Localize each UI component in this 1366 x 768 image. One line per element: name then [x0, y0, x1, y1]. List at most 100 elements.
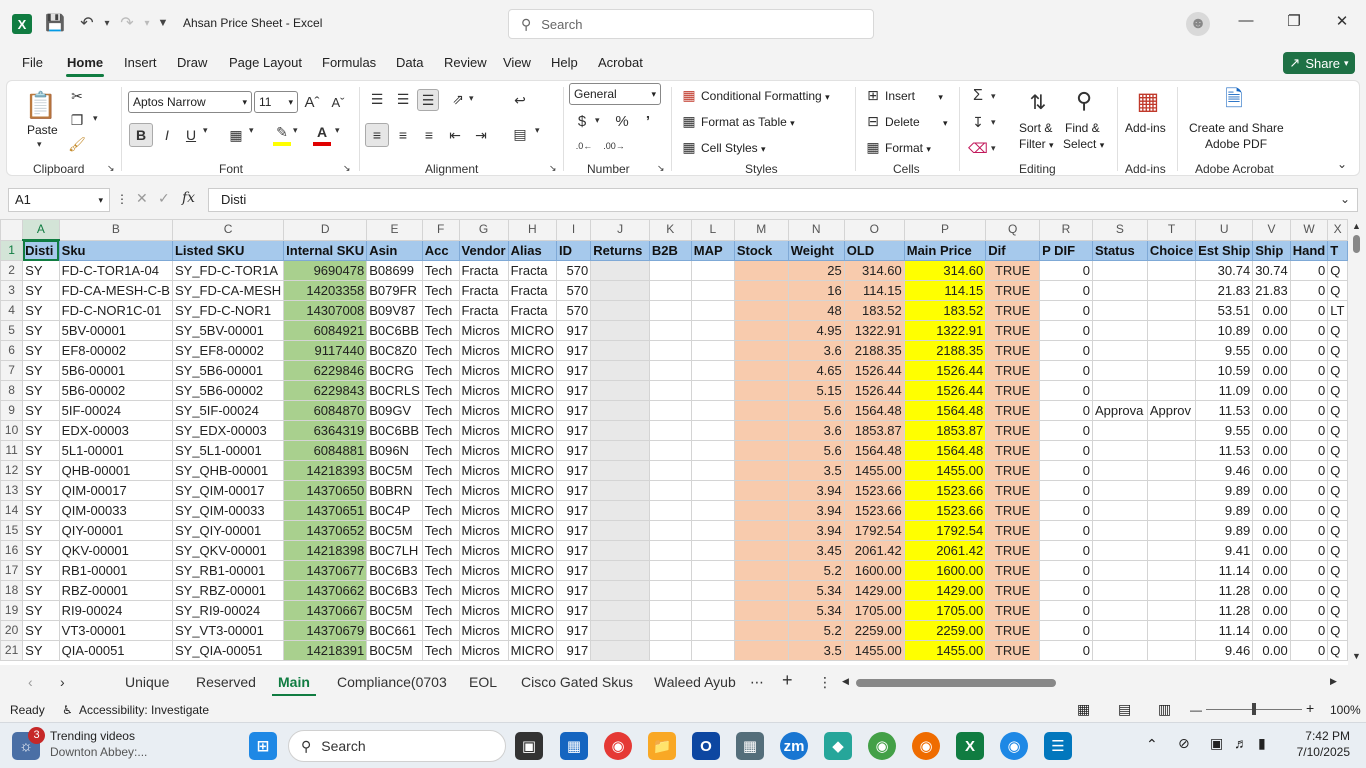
cell[interactable]: 0.00 — [1252, 520, 1291, 541]
cell[interactable]: MICRO — [507, 320, 557, 341]
cell[interactable]: Q — [1327, 620, 1348, 641]
column-header[interactable]: A — [22, 219, 60, 241]
share-button[interactable]: ↗ Share ▾ — [1283, 52, 1355, 74]
cell[interactable]: TRUE — [985, 420, 1041, 441]
cell[interactable] — [1091, 280, 1148, 301]
cell[interactable]: 0.00 — [1252, 560, 1291, 581]
cell[interactable]: 0 — [1289, 500, 1329, 521]
store-icon[interactable]: ▦ — [560, 732, 588, 760]
cell[interactable]: 0 — [1039, 580, 1093, 601]
tab-file[interactable]: File — [22, 55, 43, 70]
cell[interactable]: B0C5M — [366, 640, 423, 661]
cell-styles-button[interactable]: Cell Styles ▾ — [701, 141, 766, 155]
cell[interactable]: SY — [22, 320, 60, 341]
cell[interactable]: TRUE — [985, 460, 1041, 481]
cell[interactable]: 0 — [1289, 600, 1329, 621]
calculator-icon[interactable]: ▦ — [736, 732, 764, 760]
cut-icon[interactable]: ✂ — [67, 87, 87, 105]
cell[interactable] — [690, 280, 735, 301]
cell[interactable]: B2B — [648, 239, 692, 261]
cell[interactable]: 917 — [555, 480, 592, 501]
cell[interactable] — [733, 260, 789, 281]
file-explorer-icon[interactable]: 📁 — [648, 732, 676, 760]
cell[interactable] — [590, 300, 650, 321]
row-header[interactable]: 6 — [0, 340, 24, 361]
cell[interactable] — [733, 340, 789, 361]
cell[interactable] — [690, 480, 735, 501]
cell[interactable]: 917 — [555, 500, 592, 521]
percent-icon[interactable]: % — [613, 111, 631, 131]
cell[interactable] — [1146, 620, 1197, 641]
cell[interactable]: Q — [1327, 500, 1348, 521]
row-header[interactable]: 10 — [0, 420, 24, 441]
cell[interactable]: SY_5B6-00001 — [171, 360, 285, 381]
cell[interactable]: 14370667 — [283, 600, 368, 621]
cell[interactable]: 0.00 — [1252, 300, 1291, 321]
cell[interactable] — [1091, 360, 1148, 381]
filter-button[interactable]: Filter ▾ — [1019, 137, 1054, 151]
cell[interactable]: TRUE — [985, 520, 1041, 541]
cell[interactable]: SY_QHB-00001 — [171, 460, 285, 481]
paste-icon[interactable]: 📋 — [25, 87, 57, 123]
account-avatar-icon[interactable]: ☻ — [1186, 12, 1210, 36]
cell[interactable]: OLD — [843, 239, 905, 261]
cell[interactable]: Tech — [421, 340, 460, 361]
cell[interactable]: B0C4P — [366, 500, 423, 521]
cell[interactable] — [733, 620, 789, 641]
cell[interactable] — [648, 340, 692, 361]
cell[interactable]: Fracta — [507, 280, 557, 301]
cell[interactable] — [1146, 640, 1197, 661]
cell[interactable]: 3.6 — [787, 340, 845, 361]
battery-icon[interactable]: ▮ — [1258, 735, 1266, 752]
cell[interactable] — [1091, 340, 1148, 361]
cell[interactable] — [1091, 320, 1148, 341]
cell[interactable] — [733, 580, 789, 601]
cell[interactable]: 3.94 — [787, 520, 845, 541]
cell[interactable] — [590, 600, 650, 621]
cell[interactable]: B0CRLS — [366, 380, 423, 401]
cell[interactable] — [690, 580, 735, 601]
row-header[interactable]: 3 — [0, 280, 24, 301]
format-cells-button[interactable]: Format ▾ — [885, 141, 931, 155]
zoom-app-icon[interactable]: zm — [780, 732, 808, 760]
clock-time[interactable]: 7:42 PM — [1296, 729, 1350, 743]
cell[interactable]: 0 — [1039, 540, 1093, 561]
insert-function-icon[interactable]: fx — [182, 190, 195, 206]
cell[interactable]: 1792.54 — [903, 520, 987, 541]
column-header[interactable]: B — [58, 219, 173, 241]
cell[interactable]: 183.52 — [843, 300, 905, 321]
cell[interactable]: Micros — [458, 580, 509, 601]
cell[interactable]: 53.51 — [1195, 300, 1254, 321]
cell[interactable]: 0 — [1039, 360, 1093, 381]
tab-review[interactable]: Review — [444, 55, 487, 70]
cell[interactable]: Alias — [507, 239, 557, 261]
cell[interactable]: SY_FD-CA-MESH — [171, 280, 285, 301]
undo-dropdown-icon[interactable]: ▾ — [96, 12, 118, 34]
cell[interactable] — [590, 380, 650, 401]
cell[interactable] — [648, 360, 692, 381]
copy-dropdown-icon[interactable]: ▾ — [93, 113, 98, 124]
cell[interactable]: Approv — [1146, 400, 1197, 421]
cell[interactable] — [1146, 420, 1197, 441]
cell[interactable]: Status — [1091, 239, 1148, 261]
align-middle-icon[interactable]: ☰ — [393, 89, 413, 109]
cell[interactable]: 2061.42 — [903, 540, 987, 561]
cell[interactable]: 917 — [555, 620, 592, 641]
cell[interactable]: 917 — [555, 360, 592, 381]
cell[interactable]: TRUE — [985, 260, 1041, 281]
cell[interactable]: Tech — [421, 540, 460, 561]
cell[interactable]: MICRO — [507, 540, 557, 561]
chrome-profile-2-icon[interactable]: ◉ — [912, 732, 940, 760]
cell[interactable] — [690, 300, 735, 321]
cell[interactable]: 0 — [1039, 280, 1093, 301]
cell[interactable] — [690, 360, 735, 381]
orientation-dropdown-icon[interactable]: ▾ — [469, 93, 474, 104]
cell[interactable]: Sku — [58, 239, 173, 261]
cell[interactable]: Tech — [421, 320, 460, 341]
cell[interactable]: 0 — [1289, 260, 1329, 281]
fill-color-icon[interactable]: ✎ — [271, 121, 293, 143]
cell[interactable]: Q — [1327, 360, 1348, 381]
cell[interactable] — [690, 500, 735, 521]
cell[interactable]: TRUE — [985, 280, 1041, 301]
cell[interactable] — [733, 520, 789, 541]
